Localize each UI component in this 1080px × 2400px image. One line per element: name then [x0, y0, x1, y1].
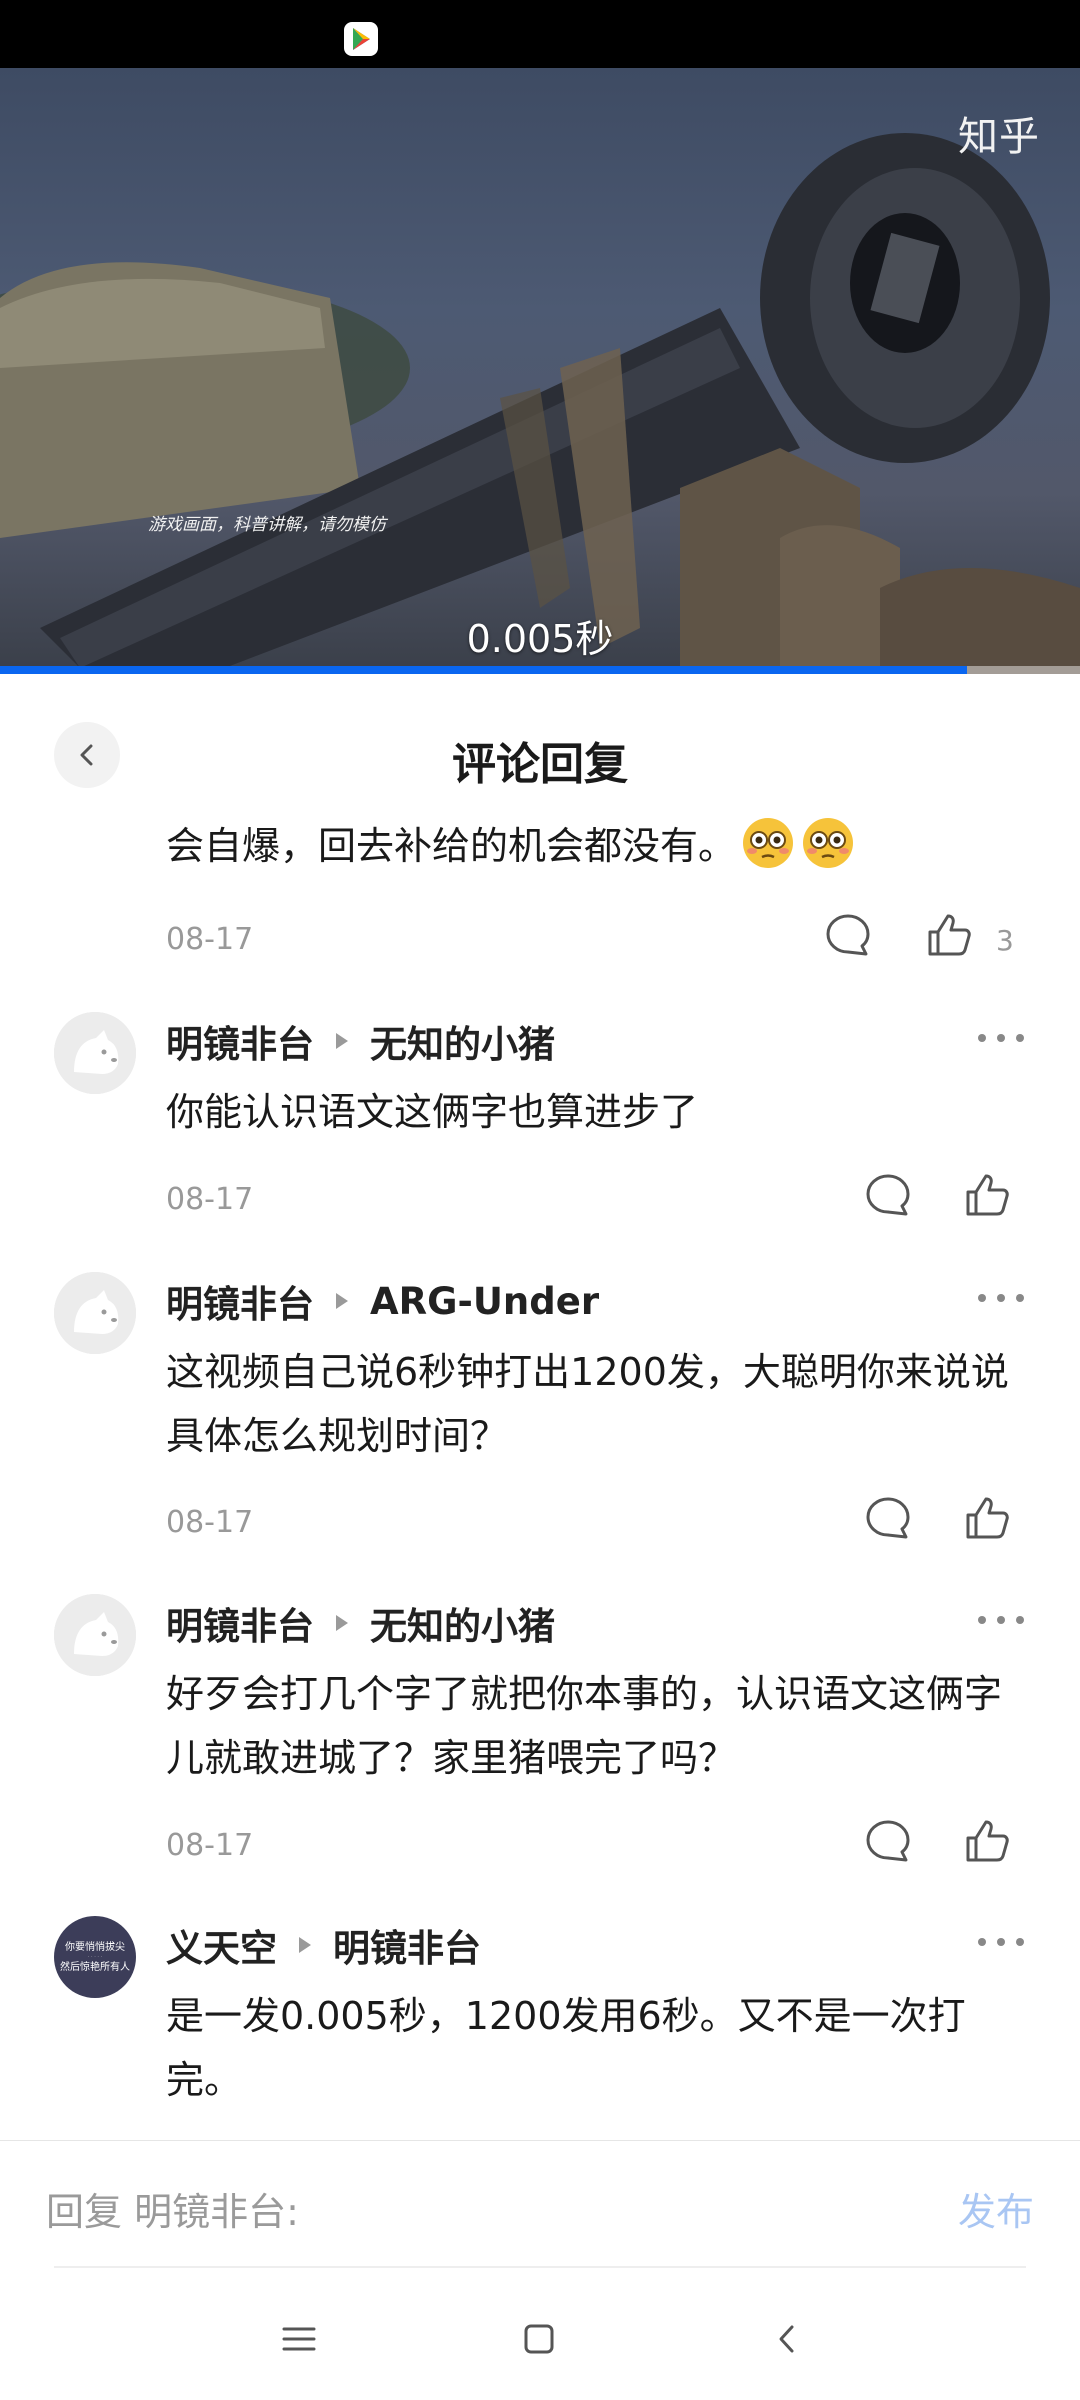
- comment-names: 明镜非台 无知的小猪: [166, 1596, 555, 1650]
- thumbs-up-icon: [966, 1497, 1009, 1539]
- comment-names: 义天空 明镜非台: [166, 1918, 481, 1972]
- comment-button[interactable]: [864, 1495, 912, 1547]
- flushed-emoji-icon: [743, 818, 794, 868]
- video-progress-fill: [0, 666, 967, 674]
- reply-arrow-icon: [336, 1615, 348, 1631]
- author-name[interactable]: 明镜非台: [166, 1274, 314, 1328]
- comment-text: 会自爆，回去补给的机会都没有。: [166, 815, 856, 871]
- author-name[interactable]: 义天空: [166, 1918, 277, 1972]
- more-options-button[interactable]: [976, 1268, 1026, 1314]
- like-count: 3: [996, 924, 1014, 957]
- reply-to-name[interactable]: 无知的小猪: [370, 1014, 555, 1068]
- video-notice: 游戏画面，科普讲解，请勿模仿: [148, 515, 386, 535]
- reply-to-name[interactable]: 无知的小猪: [370, 1596, 555, 1650]
- comment-bubble-icon: [866, 1497, 910, 1539]
- author-name[interactable]: 明镜非台: [166, 1014, 314, 1068]
- comment-text: 你能认识语文这俩字也算进步了: [166, 1090, 699, 1134]
- default-avatar-icon: [54, 1272, 136, 1354]
- video-progress-bar[interactable]: [0, 666, 1080, 674]
- more-dots-icon: [978, 1294, 1024, 1302]
- comment-names: 明镜非台 ARG-Under: [166, 1274, 599, 1328]
- reply-to-name[interactable]: ARG-Under: [370, 1280, 599, 1323]
- comment-date: 08-17: [166, 922, 254, 957]
- avatar-decoration: · · · · ·: [87, 1953, 103, 1960]
- like-button[interactable]: [962, 1816, 1012, 1870]
- avatar[interactable]: [54, 1012, 136, 1094]
- comment-bubble-icon: [866, 1174, 910, 1216]
- play-store-icon: [344, 22, 378, 56]
- reply-input-bar[interactable]: 回复 明镜非台: 发布: [0, 2140, 1080, 2270]
- more-dots-icon: [978, 1616, 1024, 1624]
- author-name[interactable]: 明镜非台: [166, 1596, 314, 1650]
- reply-to-name[interactable]: 明镜非台: [333, 1918, 481, 1972]
- comment-reply-header: 评论回复: [0, 680, 1080, 830]
- more-dots-icon: [978, 1938, 1024, 1946]
- nav-menu-button[interactable]: [274, 2314, 324, 2364]
- more-options-button[interactable]: [976, 1590, 1026, 1636]
- page-title: 评论回复: [452, 739, 628, 790]
- more-options-button[interactable]: [976, 1912, 1026, 1958]
- avatar[interactable]: 你要悄悄拔尖 · · · · · 然后惊艳所有人: [54, 1916, 136, 1998]
- reply-arrow-icon: [336, 1033, 348, 1049]
- like-button[interactable]: [924, 910, 974, 964]
- comment-bubble-icon: [866, 1820, 910, 1862]
- comment-button[interactable]: [824, 912, 872, 964]
- comment-date: 08-17: [166, 1828, 254, 1863]
- publish-button[interactable]: 发布: [958, 2181, 1034, 2236]
- nav-home-button[interactable]: [514, 2314, 564, 2364]
- more-dots-icon: [978, 1034, 1024, 1042]
- comment-text: 好歹会打几个字了就把你本事的，认识语文这俩字儿就敢进城了？家里猪喂完了吗？: [166, 1672, 1003, 1780]
- default-avatar-icon: [54, 1012, 136, 1094]
- like-button[interactable]: [962, 1170, 1012, 1224]
- video-frame: [0, 133, 1080, 674]
- nav-back-button[interactable]: [762, 2314, 812, 2364]
- flushed-emoji-icon: [803, 818, 854, 868]
- comment-button[interactable]: [864, 1172, 912, 1224]
- comment-button[interactable]: [864, 1818, 912, 1870]
- thumbs-up-icon: [928, 914, 971, 956]
- menu-icon: [282, 2327, 316, 2351]
- reply-arrow-icon: [299, 1937, 311, 1953]
- avatar-text: 然后惊艳所有人: [60, 1961, 130, 1973]
- reply-arrow-icon: [336, 1293, 348, 1309]
- back-chevron-icon: [779, 2325, 794, 2353]
- comment-date: 08-17: [166, 1505, 254, 1540]
- avatar[interactable]: [54, 1272, 136, 1354]
- comment-date: 08-17: [166, 1182, 254, 1217]
- thumbs-up-icon: [966, 1174, 1009, 1216]
- more-options-button[interactable]: [976, 1008, 1026, 1054]
- reply-input[interactable]: 回复 明镜非台:: [46, 2181, 299, 2236]
- comment-text: 是一发0.005秒，1200发用6秒。又不是一次打完。: [166, 1994, 966, 2102]
- status-bar: [0, 0, 1080, 68]
- comment-text-content: 会自爆，回去补给的机会都没有。: [166, 824, 737, 868]
- home-square-icon: [524, 2324, 554, 2354]
- divider: [54, 2266, 1026, 2268]
- zhihu-watermark: 知乎: [958, 114, 1040, 160]
- comment-bubble-icon: [826, 914, 870, 956]
- avatar-text: 你要悄悄拔尖: [65, 1941, 125, 1953]
- comment-text: 这视频自己说6秒钟打出1200发，大聪明你来说说具体怎么规划时间？: [166, 1350, 1009, 1458]
- system-nav-bar: [0, 2270, 1080, 2400]
- avatar[interactable]: [54, 1594, 136, 1676]
- video-player[interactable]: 知乎 游戏画面，科普讲解，请勿模仿 0.005秒: [0, 68, 1080, 674]
- video-caption: 0.005秒: [466, 617, 614, 661]
- thumbs-up-icon: [966, 1820, 1009, 1862]
- default-avatar-icon: [54, 1594, 136, 1676]
- comment-names: 明镜非台 无知的小猪: [166, 1014, 555, 1068]
- like-button[interactable]: [962, 1493, 1012, 1547]
